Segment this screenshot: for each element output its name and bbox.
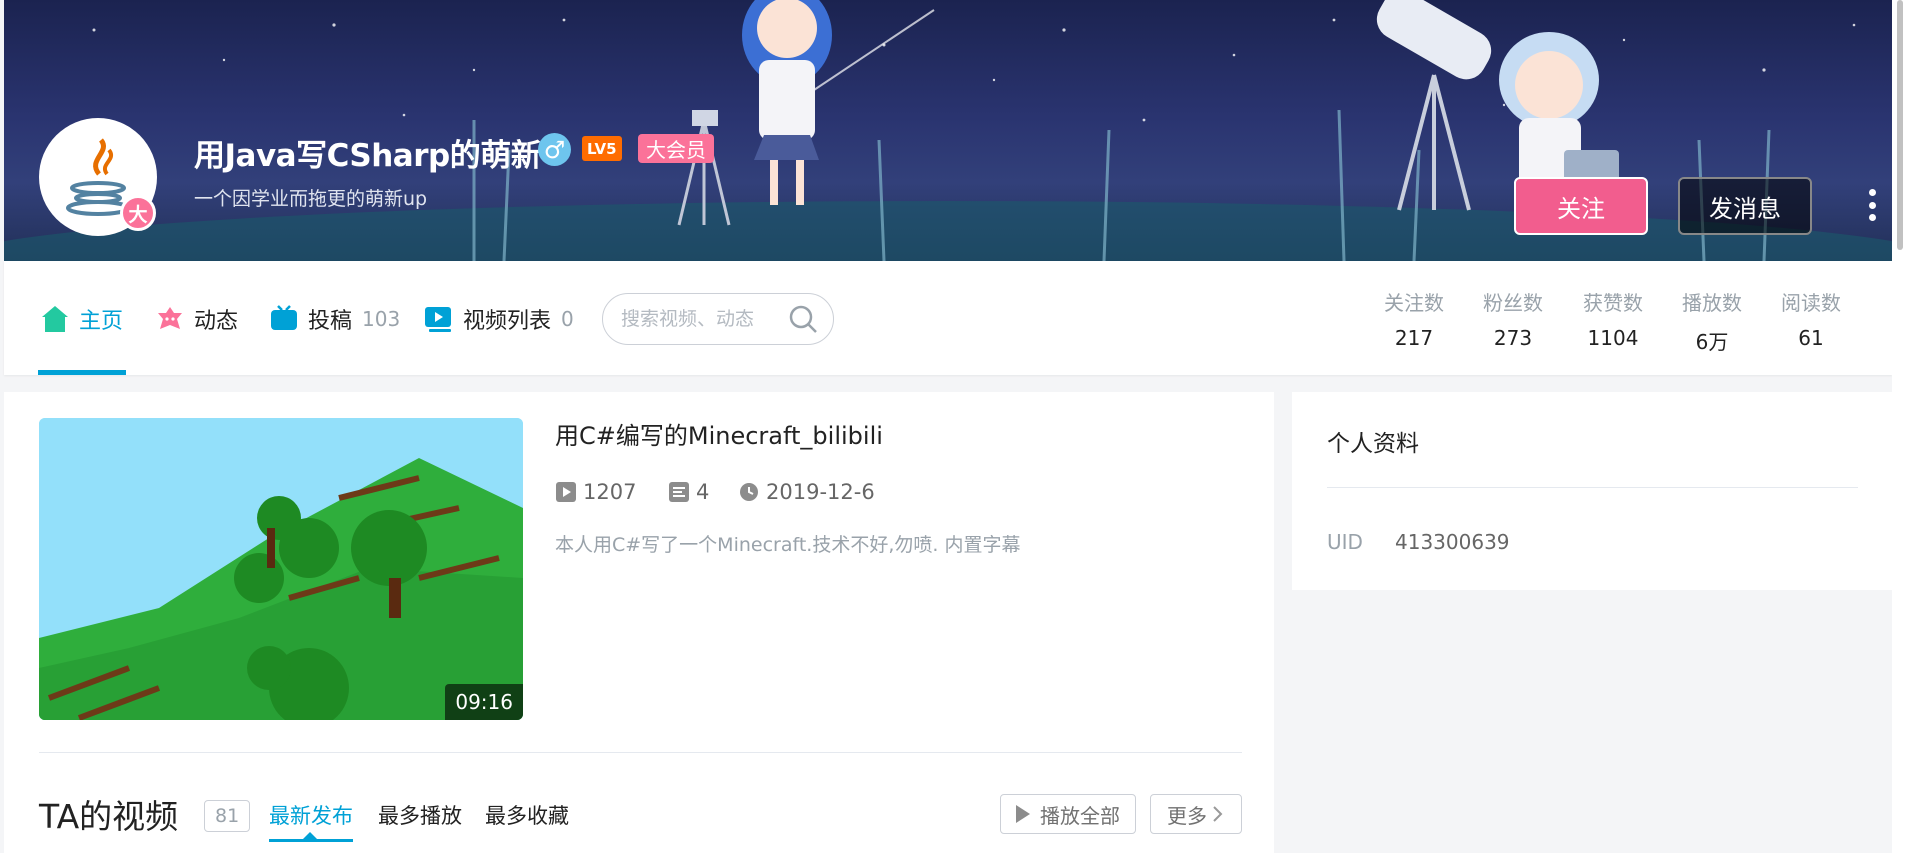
tab-dynamic[interactable]: 动态 <box>154 297 238 341</box>
videos-section-title: TA的视频 <box>39 797 179 836</box>
tab-posts[interactable]: 投稿 103 <box>268 297 400 341</box>
publish-date-value: 2019-12-6 <box>766 480 875 504</box>
level-badge: LV5 <box>582 136 622 161</box>
vip-badge: 大会员 <box>638 134 714 163</box>
scrollbar-thumb[interactable] <box>1897 0 1903 250</box>
home-icon <box>39 303 71 335</box>
stat-value: 1104 <box>1587 326 1639 350</box>
active-tab-arrow <box>303 832 317 839</box>
more-options-icon[interactable] <box>1862 185 1882 225</box>
tab-latest[interactable]: 最新发布 <box>269 800 353 830</box>
more-videos-button[interactable]: 更多 <box>1150 794 1242 834</box>
minecraft-thumbnail-image <box>39 418 523 720</box>
active-tab-underline <box>269 839 353 842</box>
stat-following[interactable]: 关注数 217 <box>1369 287 1459 350</box>
tab-home-label: 主页 <box>79 309 124 334</box>
play-all-label: 播放全部 <box>1040 803 1120 828</box>
stat-value: 6万 <box>1695 330 1729 354</box>
video-duration: 09:16 <box>445 684 523 720</box>
uid-value: 413300639 <box>1395 530 1510 554</box>
profile-nav: 主页 动态 投稿 103 视频列表 0 关注数 217 粉丝数 273 获赞数 … <box>4 261 1892 375</box>
top-video-description: 本人用C#写了一个Minecraft.技术不好,勿喷. 内置字幕 <box>555 534 1021 556</box>
danmaku-count: 4 <box>668 480 709 504</box>
main-content: 09:16 用C#编写的Minecraft_bilibili 1207 4 20… <box>4 392 1274 853</box>
clock-icon <box>738 481 760 503</box>
stat-value: 61 <box>1798 326 1824 350</box>
tab-posts-label: 投稿 <box>308 309 353 334</box>
tab-posts-count: 103 <box>362 307 401 331</box>
play-count: 1207 <box>555 480 636 504</box>
videos-count-badge: 81 <box>204 800 251 832</box>
stat-label: 关注数 <box>1384 291 1444 315</box>
stat-plays: 播放数 6万 <box>1667 287 1757 355</box>
tab-video-lists-label: 视频列表 <box>463 309 552 334</box>
profile-info-title: 个人资料 <box>1327 431 1419 457</box>
play-all-button[interactable]: 播放全部 <box>1000 794 1136 834</box>
follow-button[interactable]: 关注 <box>1514 177 1648 235</box>
tab-most-played[interactable]: 最多播放 <box>378 800 462 830</box>
tab-video-lists[interactable]: 视频列表 0 <box>423 297 574 341</box>
stat-label: 播放数 <box>1682 291 1742 315</box>
search-icon[interactable] <box>787 303 819 335</box>
top-video-thumbnail[interactable]: 09:16 <box>39 418 523 720</box>
stat-label: 获赞数 <box>1583 291 1643 315</box>
play-count-value: 1207 <box>583 480 637 504</box>
uid-label: UID <box>1327 530 1363 554</box>
play-count-icon <box>555 481 577 503</box>
gender-male-icon: ♂ <box>538 133 571 166</box>
publish-date: 2019-12-6 <box>738 480 875 504</box>
tab-dynamic-label: 动态 <box>194 309 239 334</box>
playlist-icon <box>423 303 455 335</box>
send-message-button[interactable]: 发消息 <box>1678 177 1812 235</box>
panel-divider <box>1327 487 1858 488</box>
tab-most-favorited[interactable]: 最多收藏 <box>485 800 569 830</box>
stat-label: 粉丝数 <box>1483 291 1543 315</box>
tab-home[interactable]: 主页 <box>39 297 123 341</box>
active-tab-indicator <box>38 370 126 375</box>
more-label: 更多 <box>1167 803 1207 828</box>
profile-banner: 大 用Java写CSharp的萌新 ♂ LV5 大会员 一个因学业而拖更的萌新u… <box>4 0 1892 261</box>
stat-value: 273 <box>1493 326 1533 350</box>
section-divider <box>39 752 1242 753</box>
dynamic-icon <box>154 303 186 335</box>
username: 用Java写CSharp的萌新 <box>194 138 542 174</box>
user-signature: 一个因学业而拖更的萌新up <box>194 188 428 210</box>
stat-fans[interactable]: 粉丝数 273 <box>1468 287 1558 350</box>
danmaku-icon <box>668 481 690 503</box>
play-icon <box>1016 805 1030 823</box>
stat-value: 217 <box>1394 326 1434 350</box>
stat-reads: 阅读数 61 <box>1766 287 1856 350</box>
space-search-box <box>602 293 834 345</box>
space-search-input[interactable] <box>621 308 781 330</box>
chevron-right-icon <box>1213 806 1223 822</box>
top-video-title[interactable]: 用C#编写的Minecraft_bilibili <box>555 416 883 451</box>
tv-icon <box>268 303 300 335</box>
stat-label: 阅读数 <box>1781 291 1841 315</box>
danmaku-count-value: 4 <box>696 480 710 504</box>
vip-avatar-badge: 大 <box>120 195 156 231</box>
profile-info-panel: 个人资料 UID 413300639 <box>1292 392 1892 590</box>
tab-video-lists-count: 0 <box>561 307 574 331</box>
stat-likes: 获赞数 1104 <box>1568 287 1658 350</box>
